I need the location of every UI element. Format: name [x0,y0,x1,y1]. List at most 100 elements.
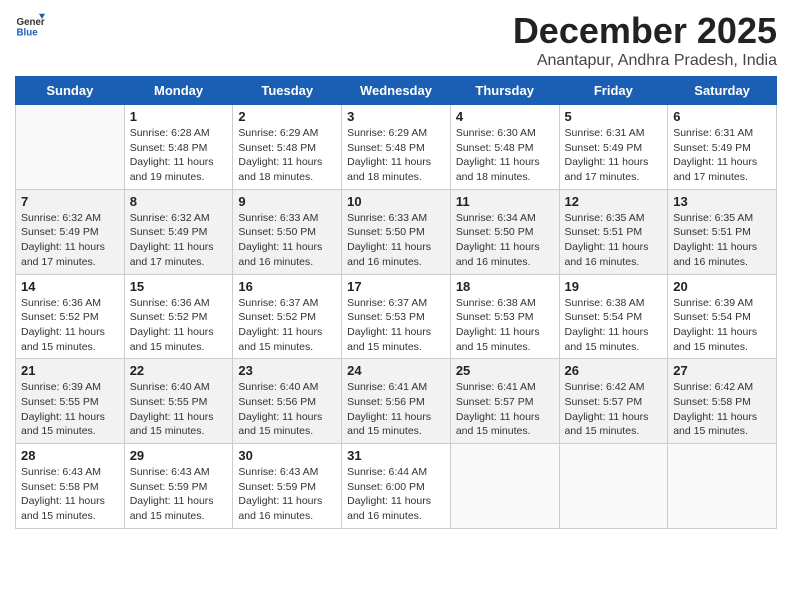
day-info: Sunrise: 6:40 AM Sunset: 5:56 PM Dayligh… [238,380,336,439]
calendar-cell: 13Sunrise: 6:35 AM Sunset: 5:51 PM Dayli… [668,189,777,274]
day-number: 15 [130,279,228,294]
day-info: Sunrise: 6:37 AM Sunset: 5:53 PM Dayligh… [347,296,445,355]
calendar-cell: 15 Sunrise: 6:36 AM Sunset: 5:52 PM Dayli… [124,274,233,359]
day-number: 28 [21,448,119,463]
day-info: Sunrise: 6:39 AM Sunset: 5:54 PM Dayligh… [673,296,771,355]
day-number: 16 [238,279,336,294]
calendar-header-tuesday: Tuesday [233,77,342,105]
calendar-cell: 24Sunrise: 6:41 AM Sunset: 5:56 PM Dayli… [342,359,451,444]
day-info: Sunrise: 6:31 AM Sunset: 5:49 PM Dayligh… [673,126,771,185]
day-info: Sunrise: 6:32 AM Sunset: 5:49 PM Dayligh… [21,211,119,270]
calendar-cell: 10Sunrise: 6:33 AM Sunset: 5:50 PM Dayli… [342,189,451,274]
day-number: 14 [21,279,119,294]
calendar-cell: 21Sunrise: 6:39 AM Sunset: 5:55 PM Dayli… [16,359,125,444]
day-info: Sunrise: 6:35 AM Sunset: 5:51 PM Dayligh… [565,211,663,270]
day-info: Sunrise: 6:42 AM Sunset: 5:58 PM Dayligh… [673,380,771,439]
calendar-cell: 3 Sunrise: 6:29 AM Sunset: 5:48 PM Daylig… [342,105,451,190]
day-number: 6 [673,109,771,124]
day-info: Sunrise: 6:34 AM Sunset: 5:50 PM Dayligh… [456,211,554,270]
calendar-cell: 4 Sunrise: 6:30 AM Sunset: 5:48 PM Daylig… [450,105,559,190]
calendar-cell: 23 Sunrise: 6:40 AM Sunset: 5:56 PM Dayli… [233,359,342,444]
calendar-cell [450,444,559,529]
calendar-week-row: 14 Sunrise: 6:36 AM Sunset: 5:52 PM Dayli… [16,274,777,359]
calendar-cell: 16 Sunrise: 6:37 AM Sunset: 5:52 PM Dayli… [233,274,342,359]
day-info: Sunrise: 6:38 AM Sunset: 5:54 PM Dayligh… [565,296,663,355]
day-number: 26 [565,363,663,378]
calendar-cell: 9 Sunrise: 6:33 AM Sunset: 5:50 PM Daylig… [233,189,342,274]
page-header: General Blue December 2025 Anantapur, An… [15,10,777,70]
day-info: Sunrise: 6:41 AM Sunset: 5:57 PM Dayligh… [456,380,554,439]
day-info: Sunrise: 6:38 AM Sunset: 5:53 PM Dayligh… [456,296,554,355]
day-info: Sunrise: 6:41 AM Sunset: 5:56 PM Dayligh… [347,380,445,439]
day-number: 4 [456,109,554,124]
calendar-cell: 8Sunrise: 6:32 AM Sunset: 5:49 PM Daylig… [124,189,233,274]
day-info: Sunrise: 6:43 AM Sunset: 5:59 PM Dayligh… [130,465,228,524]
calendar-cell: 11 Sunrise: 6:34 AM Sunset: 5:50 PM Dayli… [450,189,559,274]
day-info: Sunrise: 6:33 AM Sunset: 5:50 PM Dayligh… [238,211,336,270]
calendar-week-row: 1 Sunrise: 6:28 AM Sunset: 5:48 PM Daylig… [16,105,777,190]
svg-text:Blue: Blue [17,28,39,39]
calendar-header-friday: Friday [559,77,668,105]
day-info: Sunrise: 6:28 AM Sunset: 5:48 PM Dayligh… [130,126,228,185]
calendar-cell: 25Sunrise: 6:41 AM Sunset: 5:57 PM Dayli… [450,359,559,444]
month-title: December 2025 [513,10,777,52]
calendar-cell: 18 Sunrise: 6:38 AM Sunset: 5:53 PM Dayli… [450,274,559,359]
calendar-header-thursday: Thursday [450,77,559,105]
calendar-cell [16,105,125,190]
calendar-cell: 29Sunrise: 6:43 AM Sunset: 5:59 PM Dayli… [124,444,233,529]
calendar-cell: 6 Sunrise: 6:31 AM Sunset: 5:49 PM Daylig… [668,105,777,190]
day-number: 11 [456,194,554,209]
logo: General Blue [15,10,47,40]
calendar-cell: 1 Sunrise: 6:28 AM Sunset: 5:48 PM Daylig… [124,105,233,190]
day-number: 30 [238,448,336,463]
day-info: Sunrise: 6:30 AM Sunset: 5:48 PM Dayligh… [456,126,554,185]
day-number: 18 [456,279,554,294]
day-info: Sunrise: 6:43 AM Sunset: 5:58 PM Dayligh… [21,465,119,524]
title-block: December 2025 Anantapur, Andhra Pradesh,… [513,10,777,70]
calendar-cell: 5 Sunrise: 6:31 AM Sunset: 5:49 PM Daylig… [559,105,668,190]
day-info: Sunrise: 6:29 AM Sunset: 5:48 PM Dayligh… [238,126,336,185]
day-info: Sunrise: 6:29 AM Sunset: 5:48 PM Dayligh… [347,126,445,185]
day-number: 7 [21,194,119,209]
svg-text:General: General [17,17,46,28]
day-number: 22 [130,363,228,378]
calendar-week-row: 28 Sunrise: 6:43 AM Sunset: 5:58 PM Dayli… [16,444,777,529]
calendar-header-row: SundayMondayTuesdayWednesdayThursdayFrid… [16,77,777,105]
day-number: 13 [673,194,771,209]
day-number: 2 [238,109,336,124]
day-number: 19 [565,279,663,294]
calendar-header-sunday: Sunday [16,77,125,105]
day-number: 3 [347,109,445,124]
calendar-cell: 26 Sunrise: 6:42 AM Sunset: 5:57 PM Dayli… [559,359,668,444]
day-number: 5 [565,109,663,124]
calendar-cell: 19 Sunrise: 6:38 AM Sunset: 5:54 PM Dayli… [559,274,668,359]
calendar-cell: 22 Sunrise: 6:40 AM Sunset: 5:55 PM Dayli… [124,359,233,444]
day-number: 10 [347,194,445,209]
day-number: 9 [238,194,336,209]
calendar-cell: 17Sunrise: 6:37 AM Sunset: 5:53 PM Dayli… [342,274,451,359]
day-number: 31 [347,448,445,463]
day-info: Sunrise: 6:42 AM Sunset: 5:57 PM Dayligh… [565,380,663,439]
day-info: Sunrise: 6:40 AM Sunset: 5:55 PM Dayligh… [130,380,228,439]
day-info: Sunrise: 6:39 AM Sunset: 5:55 PM Dayligh… [21,380,119,439]
logo-icon: General Blue [15,10,45,40]
day-info: Sunrise: 6:37 AM Sunset: 5:52 PM Dayligh… [238,296,336,355]
calendar-cell: 14 Sunrise: 6:36 AM Sunset: 5:52 PM Dayli… [16,274,125,359]
day-number: 12 [565,194,663,209]
calendar-cell: 7 Sunrise: 6:32 AM Sunset: 5:49 PM Daylig… [16,189,125,274]
calendar-cell: 28 Sunrise: 6:43 AM Sunset: 5:58 PM Dayli… [16,444,125,529]
calendar-week-row: 7 Sunrise: 6:32 AM Sunset: 5:49 PM Daylig… [16,189,777,274]
day-info: Sunrise: 6:31 AM Sunset: 5:49 PM Dayligh… [565,126,663,185]
calendar-cell: 27Sunrise: 6:42 AM Sunset: 5:58 PM Dayli… [668,359,777,444]
calendar-header-saturday: Saturday [668,77,777,105]
calendar-cell: 12 Sunrise: 6:35 AM Sunset: 5:51 PM Dayli… [559,189,668,274]
day-number: 20 [673,279,771,294]
day-number: 1 [130,109,228,124]
day-info: Sunrise: 6:36 AM Sunset: 5:52 PM Dayligh… [21,296,119,355]
day-number: 23 [238,363,336,378]
calendar-header-wednesday: Wednesday [342,77,451,105]
calendar-cell [668,444,777,529]
location-subtitle: Anantapur, Andhra Pradesh, India [513,52,777,70]
calendar-table: SundayMondayTuesdayWednesdayThursdayFrid… [15,76,777,529]
day-info: Sunrise: 6:36 AM Sunset: 5:52 PM Dayligh… [130,296,228,355]
